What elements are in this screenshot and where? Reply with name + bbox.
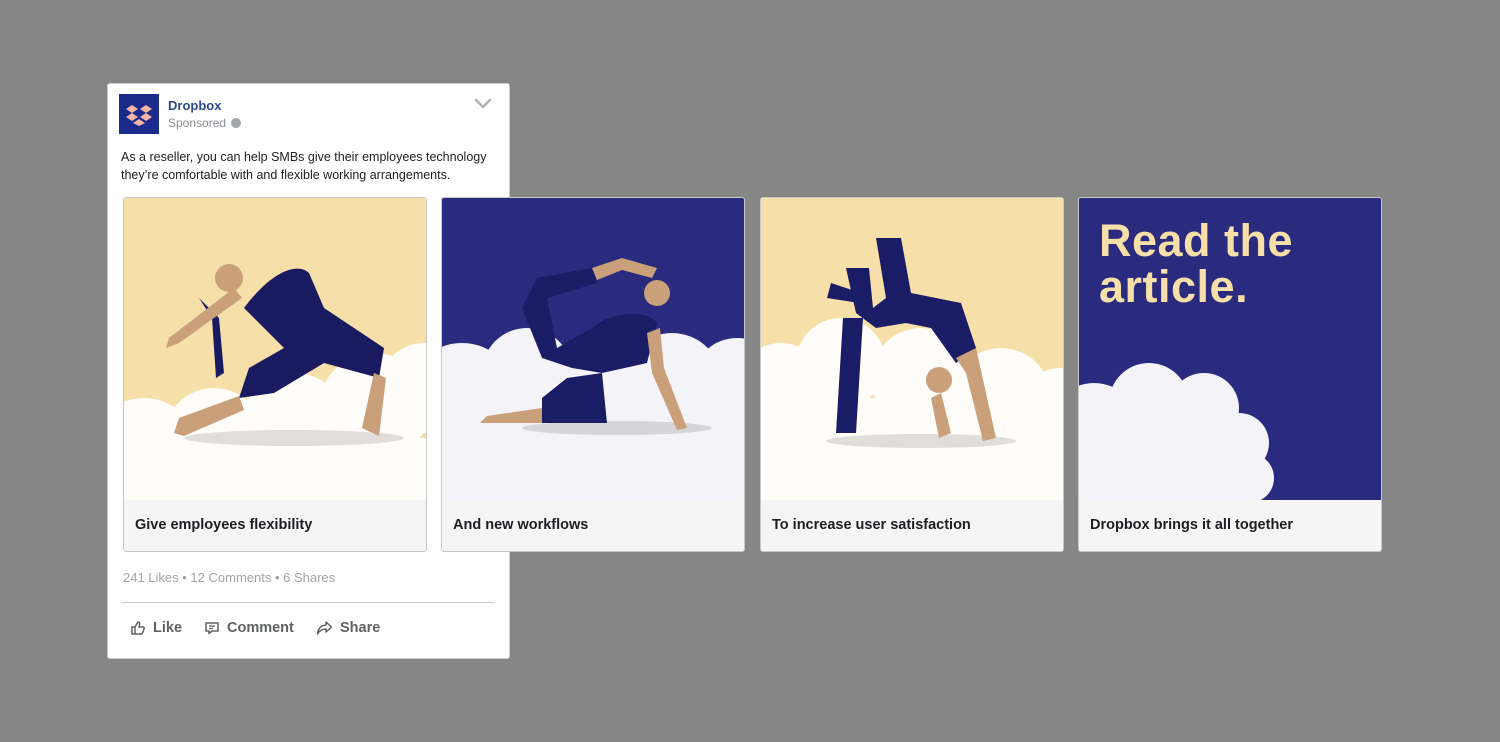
globe-icon: [231, 118, 242, 128]
carousel-card[interactable]: And new workflows: [441, 197, 745, 552]
actions-divider: [122, 602, 494, 603]
carousel-card[interactable]: Read the article. Dropbox brings it all …: [1078, 197, 1382, 552]
yoga-illustration: [124, 198, 426, 500]
sponsored-label: Sponsored: [168, 116, 242, 130]
share-button[interactable]: Share: [316, 620, 380, 636]
carousel-card[interactable]: Give employees flexibility: [123, 197, 427, 552]
comment-icon: [205, 622, 219, 635]
card-label: Dropbox brings it all together: [1090, 517, 1294, 533]
thumbs-up-icon: [131, 621, 145, 635]
yoga-illustration: [761, 198, 1063, 500]
card-image-yoga-crescent-pose: [124, 198, 426, 500]
post-text: As a reseller, you can help SMBs give th…: [121, 150, 487, 182]
comment-button[interactable]: Comment: [204, 620, 294, 636]
card-image-yoga-kneeling-pose: [442, 198, 744, 500]
sponsored-text: Sponsored: [168, 116, 227, 130]
like-button[interactable]: Like: [130, 620, 182, 636]
dropbox-icon: [126, 105, 152, 126]
yoga-illustration: [442, 198, 744, 500]
comment-label: Comment: [227, 620, 294, 636]
card-image-read-article: Read the article.: [1079, 198, 1381, 500]
engagement-stats[interactable]: 241 Likes • 12 Comments • 6 Shares: [123, 570, 335, 585]
chevron-down-icon[interactable]: [473, 96, 493, 112]
share-label: Share: [340, 620, 381, 636]
card-label: And new workflows: [453, 517, 589, 533]
card-headline: Read the article.: [1099, 215, 1294, 312]
page-name-link[interactable]: Dropbox: [168, 98, 221, 113]
like-label: Like: [153, 620, 183, 636]
card-label: Give employees flexibility: [135, 517, 313, 533]
card-label: To increase user satisfaction: [772, 517, 971, 533]
card-image-yoga-wheel-pose: [761, 198, 1063, 500]
carousel-card[interactable]: To increase user satisfaction: [760, 197, 1064, 552]
dropbox-logo-avatar[interactable]: [119, 94, 159, 134]
share-arrow-icon: [316, 621, 333, 635]
